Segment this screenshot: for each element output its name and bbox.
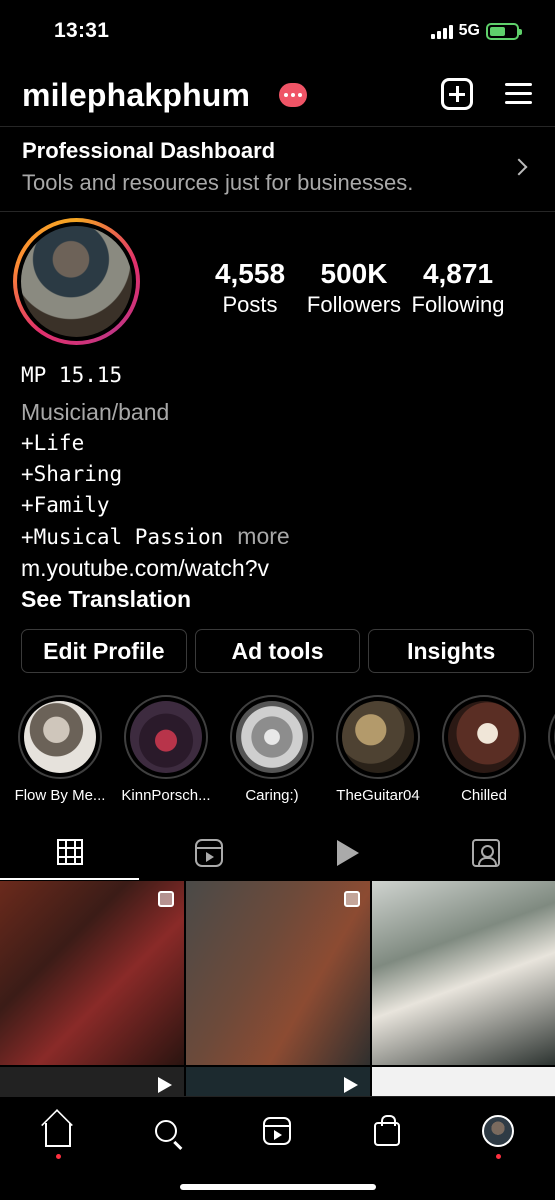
followers-label: Followers [306, 292, 402, 317]
profile-header: milephakphum [0, 62, 555, 126]
post-thumbnail[interactable] [0, 1067, 184, 1096]
highlight-image [448, 701, 520, 773]
highlight-item[interactable]: Chilled [436, 695, 532, 804]
followers-count: 500K [320, 258, 388, 289]
posts-label: Posts [222, 292, 278, 317]
reels-icon [263, 1117, 291, 1145]
home-icon [45, 1123, 71, 1147]
tab-grid[interactable] [0, 826, 139, 880]
post-thumbnail[interactable] [372, 1067, 555, 1096]
post-thumbnail[interactable] [372, 881, 555, 1065]
status-time: 13:31 [54, 19, 110, 42]
tab-reels[interactable] [139, 826, 278, 880]
highlight-image [342, 701, 414, 773]
stat-posts[interactable]: 4,558 Posts [205, 258, 295, 318]
bio-line: +Life [21, 431, 85, 455]
search-icon [155, 1120, 177, 1142]
avatar [482, 1115, 514, 1147]
professional-dashboard[interactable]: Professional Dashboard Tools and resourc… [0, 126, 555, 212]
carousel-icon [344, 891, 360, 907]
profile-name: MP 15.15 [21, 363, 123, 387]
highlight-image [236, 701, 308, 773]
menu-icon[interactable] [505, 78, 537, 110]
profile-actions: Edit Profile Ad tools Insights [21, 629, 535, 673]
nav-shop[interactable] [367, 1111, 407, 1151]
bottom-nav [0, 1096, 555, 1200]
home-indicator [180, 1184, 376, 1190]
dashboard-title: Professional Dashboard [22, 138, 276, 163]
highlight-image [130, 701, 202, 773]
highlight-name: TheGuitar04 [336, 787, 420, 804]
status-indicators: 5G [430, 22, 522, 40]
post-thumbnail[interactable] [0, 881, 184, 1065]
insights-button[interactable]: Insights [368, 629, 535, 673]
highlight-item[interactable]: TheGuitar04 [330, 695, 426, 804]
bio-link[interactable]: m.youtube.com/watch?v [21, 553, 541, 584]
highlight-item[interactable]: Caring:) [224, 695, 320, 804]
story-highlights: Flow By Me... KinnPorsch... Caring:) The… [12, 695, 555, 805]
highlight-item[interactable]: KinnPorsch... [118, 695, 214, 804]
highlight-name: Caring:) [245, 787, 299, 804]
battery-icon [486, 22, 522, 40]
chevron-right-icon [510, 158, 528, 176]
notification-dot [496, 1154, 501, 1159]
video-icon [336, 840, 359, 866]
edit-profile-button[interactable]: Edit Profile [21, 629, 187, 673]
create-post-icon[interactable] [441, 78, 473, 110]
posts-count: 4,558 [214, 258, 286, 289]
nav-search[interactable] [146, 1111, 186, 1151]
see-translation-link[interactable]: See Translation [21, 584, 541, 615]
post-thumbnail[interactable] [186, 1067, 370, 1096]
reel-icon [344, 1077, 358, 1093]
highlight-name: Flow By Me... [14, 787, 106, 804]
notification-dot [56, 1154, 61, 1159]
nav-reels[interactable] [257, 1111, 297, 1151]
following-count: 4,871 [422, 258, 494, 289]
highlight-name: Chilled [461, 787, 507, 804]
threads-badge-icon[interactable] [279, 83, 307, 107]
dashboard-subtitle: Tools and resources just for businesses. [22, 170, 414, 195]
battery-level [490, 26, 505, 36]
bio-line: +Sharing [21, 462, 123, 486]
bio-line: +Musical Passion [21, 525, 224, 549]
post-grid [0, 881, 555, 1096]
carousel-icon [158, 891, 174, 907]
profile-avatar[interactable] [13, 218, 140, 345]
highlight-item[interactable]: Th [542, 695, 555, 804]
post-thumbnail[interactable] [186, 881, 370, 1065]
highlight-name: KinnPorsch... [121, 787, 211, 804]
tagged-icon [471, 839, 500, 867]
bio-line-last: +Musical Passion more [21, 521, 541, 553]
tab-video[interactable] [278, 826, 417, 880]
nav-profile[interactable] [478, 1111, 518, 1159]
stat-followers[interactable]: 500K Followers [306, 258, 402, 318]
username[interactable]: milephakphum [22, 77, 250, 114]
profile-category: Musician/band [21, 399, 170, 425]
avatar-image [21, 226, 132, 337]
highlight-image [24, 701, 96, 773]
signal-icon [430, 23, 453, 39]
grid-icon [56, 839, 83, 865]
tab-tagged[interactable] [416, 826, 555, 880]
network-label: 5G [458, 22, 480, 39]
profile-bio: MP 15.15 Musician/band +Life +Sharing +F… [21, 360, 541, 615]
ad-tools-button[interactable]: Ad tools [194, 629, 361, 673]
status-bar: 13:31 5G [0, 0, 555, 62]
highlight-name: Th [542, 787, 555, 804]
nav-home[interactable] [38, 1111, 78, 1159]
stat-following[interactable]: 4,871 Following [410, 258, 506, 318]
profile-tabs [0, 826, 555, 880]
reel-icon [158, 1077, 172, 1093]
following-label: Following [411, 292, 505, 317]
highlight-item[interactable]: Flow By Me... [12, 695, 108, 804]
shop-icon [374, 1115, 400, 1146]
reels-icon [194, 839, 223, 867]
bio-more-link[interactable]: more [237, 523, 289, 549]
bio-line: +Family [21, 493, 110, 517]
